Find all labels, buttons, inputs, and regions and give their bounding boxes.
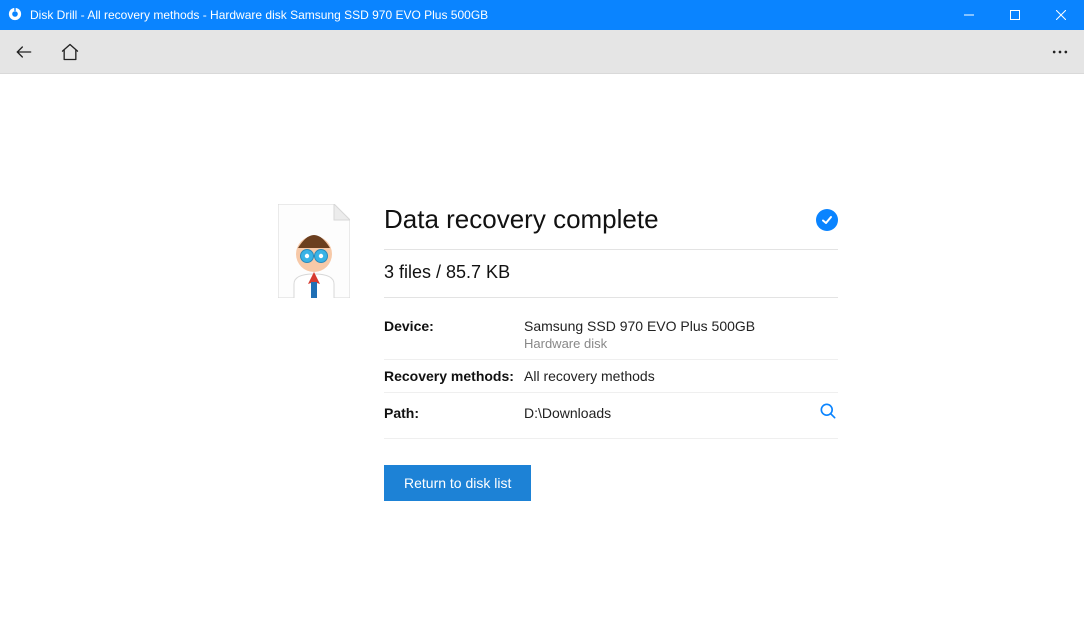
more-options-button[interactable] [1050, 42, 1070, 62]
window-titlebar: Disk Drill - All recovery methods - Hard… [0, 0, 1084, 30]
divider [384, 297, 838, 298]
methods-value: All recovery methods [524, 368, 838, 384]
divider [384, 249, 838, 250]
back-button[interactable] [14, 42, 34, 62]
result-panel: Data recovery complete 3 files / 85.7 KB… [278, 204, 838, 501]
detail-row-device: Device: Samsung SSD 970 EVO Plus 500GB H… [384, 310, 838, 360]
page-title: Data recovery complete [384, 204, 659, 235]
window-minimize-button[interactable] [946, 0, 992, 30]
detail-row-methods: Recovery methods: All recovery methods [384, 360, 838, 393]
path-value: D:\Downloads [524, 405, 611, 421]
app-icon [8, 7, 22, 24]
window-close-button[interactable] [1038, 0, 1084, 30]
content-area: Data recovery complete 3 files / 85.7 KB… [0, 74, 1084, 631]
detail-label: Recovery methods: [384, 368, 524, 384]
open-path-button[interactable] [818, 401, 838, 424]
success-check-icon [816, 209, 838, 231]
toolbar [0, 30, 1084, 74]
detail-row-path: Path: D:\Downloads [384, 393, 838, 439]
device-name: Samsung SSD 970 EVO Plus 500GB [524, 318, 838, 334]
detail-label: Device: [384, 318, 524, 334]
file-avatar-icon [278, 204, 350, 501]
detail-label: Path: [384, 405, 524, 421]
window-title: Disk Drill - All recovery methods - Hard… [30, 8, 488, 22]
device-type: Hardware disk [524, 336, 838, 351]
return-to-disk-list-button[interactable]: Return to disk list [384, 465, 531, 501]
recovery-summary: 3 files / 85.7 KB [384, 262, 838, 283]
window-maximize-button[interactable] [992, 0, 1038, 30]
home-button[interactable] [60, 42, 80, 62]
